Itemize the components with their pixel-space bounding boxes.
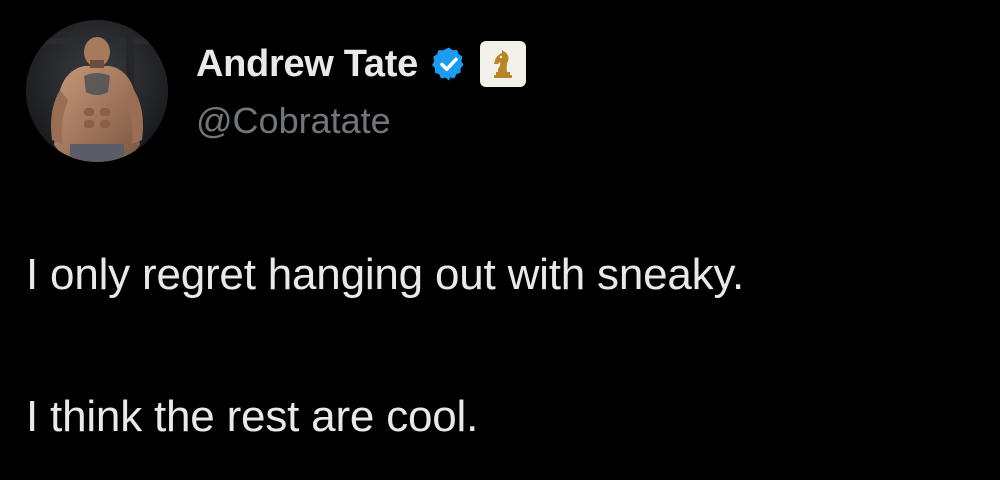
affiliate-badge[interactable] [479,41,526,87]
tweet-text-line-1: I only regret hanging out with sneaky. [26,250,745,299]
tweet[interactable]: Andrew Tate @Cobratate I only regret han… [0,0,1000,480]
author-handle[interactable]: @Cobratate [196,100,391,142]
tweet-text-line-2: I think the rest are cool. [26,392,479,441]
chess-knight-icon [493,50,512,78]
avatar-photo-icon [26,20,168,162]
display-name[interactable]: Andrew Tate [196,43,418,86]
avatar[interactable] [26,20,168,162]
author-name-row: Andrew Tate [196,40,526,88]
verified-badge-icon[interactable] [430,45,468,83]
